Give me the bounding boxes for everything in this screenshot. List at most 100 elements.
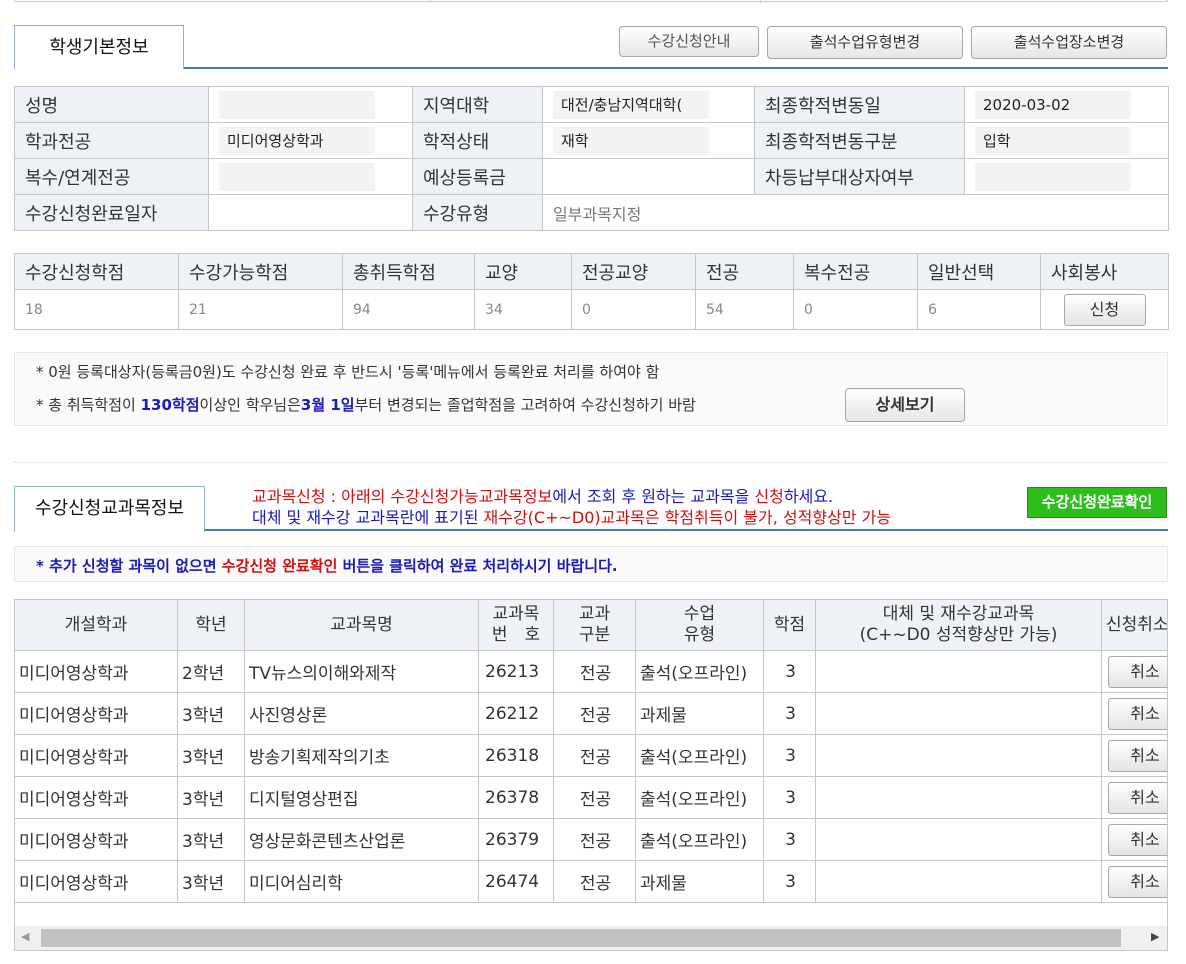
- credit-value: 6: [917, 289, 1041, 330]
- name-value-box: [219, 90, 375, 119]
- course-type-label: 수강유형: [412, 194, 543, 231]
- header-dept: 개설학과: [15, 600, 178, 651]
- course-dept: 미디어영상학과: [15, 860, 178, 903]
- name-label: 성명: [14, 86, 209, 123]
- social-service-apply-button[interactable]: 신청: [1063, 293, 1146, 326]
- header-class-type: 수업 유형: [635, 600, 764, 651]
- course-kind: 전공: [553, 776, 636, 819]
- course-kind: 전공: [553, 734, 636, 777]
- course-kind: 전공: [553, 860, 636, 903]
- region-label: 지역대학: [412, 86, 543, 123]
- change-attendance-type-button[interactable]: 출석수업유형변경: [767, 26, 963, 59]
- cancel-course-button[interactable]: 취소: [1108, 697, 1167, 730]
- course-year: 3학년: [177, 860, 245, 903]
- cancel-course-button[interactable]: 취소: [1108, 739, 1167, 772]
- course-type-value: 일부과목지정: [542, 194, 1169, 231]
- credit-header: 전공: [695, 253, 794, 290]
- course-guide-button[interactable]: 수강신청안내: [619, 26, 759, 57]
- credit-header: 수강가능학점: [178, 253, 343, 290]
- social-service-cell: 신청: [1040, 289, 1169, 330]
- major-value-box: 미디어영상학과: [219, 126, 375, 155]
- course-message: 교과목신청 : 아래의 수강신청가능교과목정보에서 조회 후 원하는 교과목을 …: [252, 486, 891, 528]
- course-credit: 3: [763, 734, 816, 777]
- credit-value-row: 18 21 94 34 0 54 0 6 신청: [14, 289, 1169, 330]
- course-alternate: [815, 650, 1102, 693]
- notice-text: 이상인 학우님은: [199, 396, 301, 414]
- status-value-box: 재학: [553, 126, 709, 155]
- cancel-cell: 취소: [1101, 692, 1167, 735]
- credit-value: 0: [793, 289, 918, 330]
- last-change-date-label: 최종학적변동일: [754, 86, 965, 123]
- course-name: 사진영상론: [244, 692, 479, 735]
- horizontal-scrollbar[interactable]: ◀ ▶: [15, 926, 1167, 950]
- notice-graduation-credit: * 총 취득학점이 130학점이상인 학우님은3월 1일부터 변경되는 졸업학점…: [36, 394, 696, 415]
- cancel-cell: 취소: [1101, 734, 1167, 777]
- course-credit: 3: [763, 776, 816, 819]
- course-year: 3학년: [177, 776, 245, 819]
- scroll-right-arrow-icon[interactable]: ▶: [1151, 930, 1159, 943]
- tab-student-info[interactable]: 학생기본정보: [14, 25, 184, 69]
- table-row: 미디어영상학과 3학년 디지털영상편집 26378 전공 출석(오프라인) 3 취소: [15, 776, 1167, 819]
- course-alternate: [815, 860, 1102, 903]
- course-name: 디지털영상편집: [244, 776, 479, 819]
- header-line: 교과목: [492, 604, 540, 624]
- credit-header: 수강신청학점: [14, 253, 179, 290]
- credit-header: 교양: [474, 253, 572, 290]
- cancel-course-button[interactable]: 취소: [1108, 823, 1167, 856]
- credit-value: 18: [14, 289, 179, 330]
- course-class-type: 과제물: [635, 692, 764, 735]
- student-info-table: 성명 지역대학 대전/충남지역대학( 최종학적변동일 2020-03-02 학과…: [14, 86, 1169, 231]
- course-class-type: 출석(오프라인): [635, 776, 764, 819]
- cancel-cell: 취소: [1101, 818, 1167, 861]
- course-code: 26378: [478, 776, 554, 819]
- header-line: 교과: [578, 604, 611, 624]
- course-dept: 미디어영상학과: [15, 692, 178, 735]
- differential-payment-box: [975, 162, 1131, 191]
- course-dept: 미디어영상학과: [15, 818, 178, 861]
- course-credit: 3: [763, 692, 816, 735]
- top-border: [14, 0, 1168, 2]
- cancel-course-button[interactable]: 취소: [1108, 655, 1167, 688]
- header-line: 수업: [683, 604, 716, 624]
- course-rows: 미디어영상학과 2학년 TV뉴스의이해와제작 26213 전공 출석(오프라인) 3 취소 미디…: [15, 650, 1167, 903]
- expected-tuition-label: 예상등록금: [412, 158, 543, 195]
- msg-text: 에서 조회 후 원하는 교과목을: [552, 487, 755, 506]
- scrollbar-thumb[interactable]: [41, 929, 1121, 947]
- reminder-part: 버튼을 클릭하여 완료 처리하시기 바랍니다.: [337, 557, 618, 575]
- msg-text: 하세요.: [783, 487, 834, 506]
- course-dept: 미디어영상학과: [15, 650, 178, 693]
- course-credit: 3: [763, 650, 816, 693]
- info-row: 복수/연계전공 예상등록금 차등납부대상자여부: [14, 158, 1169, 195]
- double-major-label: 복수/연계전공: [14, 158, 209, 195]
- section-separator: [14, 462, 1168, 463]
- cancel-course-button[interactable]: 취소: [1108, 781, 1167, 814]
- course-kind: 전공: [553, 818, 636, 861]
- tab-course-info[interactable]: 수강신청교과목정보: [14, 486, 205, 532]
- header-cancel: 신청취소: [1101, 600, 1167, 651]
- info-row: 학과전공 미디어영상학과 학적상태 재학 최종학적변동구분 입학: [14, 122, 1169, 159]
- credit-header: 전공교양: [571, 253, 696, 290]
- double-major-value: [208, 158, 413, 195]
- scroll-left-arrow-icon[interactable]: ◀: [21, 930, 29, 943]
- msg-text: 대체 및 재수강 교과목란에 표기된: [252, 508, 484, 527]
- detail-view-button[interactable]: 상세보기: [845, 388, 965, 422]
- header-kind: 교과 구분: [553, 600, 636, 651]
- double-major-box: [219, 162, 375, 191]
- table-row: 미디어영상학과 3학년 미디어심리학 26474 전공 과제물 3 취소: [15, 860, 1167, 903]
- course-alternate: [815, 734, 1102, 777]
- cancel-course-button[interactable]: 취소: [1108, 865, 1167, 898]
- major-value: 미디어영상학과: [208, 122, 413, 159]
- table-row: 미디어영상학과 2학년 TV뉴스의이해와제작 26213 전공 출석(오프라인) 3 취소: [15, 650, 1167, 693]
- course-code: 26379: [478, 818, 554, 861]
- header-course-name: 교과목명: [244, 600, 479, 651]
- complete-registration-button[interactable]: 수강신청완료확인: [1027, 487, 1167, 518]
- change-attendance-place-button[interactable]: 출석수업장소변경: [971, 26, 1167, 59]
- course-dept: 미디어영상학과: [15, 776, 178, 819]
- course-message-line: 대체 및 재수강 교과목란에 표기된 재수강(C+~D0)교과목은 학점취득이 …: [252, 507, 891, 528]
- credit-header: 사회봉사: [1040, 253, 1169, 290]
- region-value: 대전/충남지역대학(: [542, 86, 755, 123]
- course-code: 26213: [478, 650, 554, 693]
- header-alternate: 대체 및 재수강교과목 (C+~D0 성적향상만 가능): [815, 600, 1102, 651]
- course-year: 3학년: [177, 692, 245, 735]
- tab-underline: [184, 67, 1168, 69]
